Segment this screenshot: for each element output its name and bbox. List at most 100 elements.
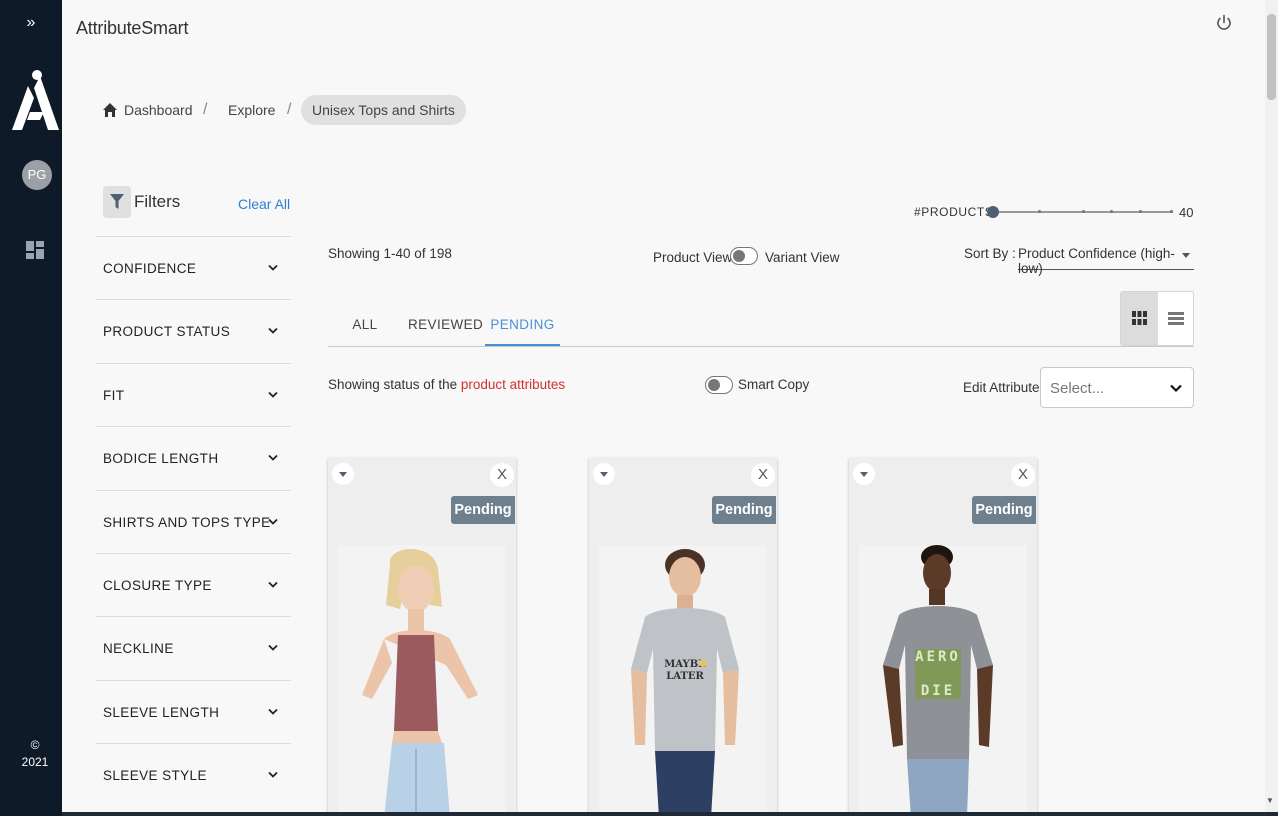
slider-tick xyxy=(1139,210,1142,213)
filter-label: SLEEVE LENGTH xyxy=(103,704,220,720)
product-card[interactable]: X Pending AERO DIE xyxy=(849,458,1037,812)
product-image[interactable]: AERO DIE xyxy=(859,545,1027,812)
product-view-label: Product View xyxy=(653,250,733,265)
svg-text:DIE: DIE xyxy=(921,683,955,699)
chevron-down-icon xyxy=(1170,384,1182,393)
variant-view-label: Variant View xyxy=(765,250,840,265)
chevron-down-icon xyxy=(268,391,278,398)
filter-fit[interactable]: FIT xyxy=(96,362,291,426)
sort-label: Sort By : xyxy=(964,246,1016,261)
product-image[interactable] xyxy=(338,545,506,812)
filter-label: CLOSURE TYPE xyxy=(103,577,212,593)
app-logo xyxy=(12,70,59,130)
copyright-year: 2021 xyxy=(21,755,49,769)
filter-label: SLEEVE STYLE xyxy=(103,768,207,784)
man-grey-tee-image: MAYBE LATER xyxy=(599,545,767,812)
view-mode-toggle[interactable] xyxy=(730,247,758,265)
svg-text:LATER: LATER xyxy=(666,671,704,682)
breadcrumb-separator: / xyxy=(287,101,292,118)
clear-all-link[interactable]: Clear All xyxy=(238,196,290,212)
power-icon[interactable] xyxy=(1215,14,1233,32)
products-slider-value: 40 xyxy=(1179,205,1194,220)
toggle-knob xyxy=(708,379,720,391)
sort-value: Product Confidence (high-low) xyxy=(1018,246,1175,276)
card-menu-button[interactable] xyxy=(332,463,354,485)
filter-shirts-and-tops-type[interactable]: SHIRTS AND TOPS TYPE xyxy=(96,489,291,553)
card-close-button[interactable]: X xyxy=(751,463,775,487)
scrollbar-thumb[interactable] xyxy=(1267,14,1276,100)
svg-text:AERO: AERO xyxy=(915,649,961,665)
left-rail: » PG © 2021 xyxy=(0,0,62,816)
grid-view-button[interactable] xyxy=(1121,292,1158,345)
status-tabs: ALL REVIEWED PENDING xyxy=(328,305,1194,347)
filter-sleeve-length[interactable]: SLEEVE LENGTH xyxy=(96,679,291,743)
breadcrumb-label: Dashboard xyxy=(124,102,193,118)
breadcrumb-explore[interactable]: Explore xyxy=(220,95,283,125)
slider-tick xyxy=(1038,210,1041,213)
list-icon[interactable] xyxy=(1168,312,1184,325)
chevron-down-icon xyxy=(268,328,278,335)
breadcrumb-current[interactable]: Unisex Tops and Shirts xyxy=(301,95,466,125)
status-badge: Pending xyxy=(712,496,776,524)
status-badge: Pending xyxy=(972,496,1036,524)
woman-halter-top-image xyxy=(338,545,506,812)
user-avatar[interactable]: PG xyxy=(22,160,52,190)
status-description: Showing status of the product attributes xyxy=(328,377,565,392)
expand-sidebar-icon[interactable]: » xyxy=(0,14,62,32)
filter-bodice-length[interactable]: BODICE LENGTH xyxy=(96,426,291,489)
filter-button[interactable] xyxy=(103,186,131,218)
filter-sleeve-style[interactable]: SLEEVE STYLE xyxy=(96,743,291,806)
smart-copy-toggle[interactable] xyxy=(705,376,733,394)
product-card[interactable]: X Pending MAYBE LATER xyxy=(589,458,777,812)
chevron-down-icon xyxy=(268,645,278,652)
edit-attribute-placeholder: Select... xyxy=(1050,380,1105,397)
edit-attribute-select[interactable]: Select... xyxy=(1040,367,1194,408)
chevron-down-icon xyxy=(268,771,278,778)
slider-tick xyxy=(1170,210,1173,213)
filter-label: BODICE LENGTH xyxy=(103,451,219,467)
smart-copy-label: Smart Copy xyxy=(738,377,810,392)
breadcrumb-separator: / xyxy=(203,101,208,118)
chevron-down-icon xyxy=(268,518,278,525)
products-slider-handle[interactable] xyxy=(987,206,999,218)
filter-product-status[interactable]: PRODUCT STATUS xyxy=(96,299,291,362)
results-count: Showing 1-40 of 198 xyxy=(328,246,452,261)
copyright-symbol: © xyxy=(30,738,40,752)
tab-pending[interactable]: PENDING xyxy=(485,305,560,346)
status-prefix: Showing status of the xyxy=(328,377,461,392)
chevron-down-icon xyxy=(268,455,278,461)
filter-list: CONFIDENCE PRODUCT STATUS FIT BODICE LEN… xyxy=(96,236,291,807)
main-content: AttributeSmart Dashboard / Explore / Uni… xyxy=(62,0,1265,812)
page-scrollbar[interactable] xyxy=(1265,0,1278,812)
toggle-knob xyxy=(733,250,745,262)
grid-icon xyxy=(1132,311,1147,325)
edit-attribute-label: Edit Attribute: xyxy=(963,380,1044,395)
chevron-down-icon xyxy=(268,708,278,715)
man-grey-tee-graphic-image: AERO DIE xyxy=(859,545,1027,812)
window-bottom-edge xyxy=(62,812,1278,816)
chevron-down-icon xyxy=(268,581,278,588)
breadcrumb-dashboard[interactable]: Dashboard xyxy=(96,95,203,125)
filters-title: Filters xyxy=(134,192,181,211)
product-card[interactable]: X Pending xyxy=(328,458,516,812)
card-close-button[interactable]: X xyxy=(1011,463,1035,487)
filter-neckline[interactable]: NECKLINE xyxy=(96,616,291,679)
card-menu-button[interactable] xyxy=(853,463,875,485)
dashboard-icon[interactable] xyxy=(26,241,44,259)
tab-reviewed[interactable]: REVIEWED xyxy=(408,305,483,346)
chevron-down-icon xyxy=(268,264,278,271)
sort-select[interactable]: Product Confidence (high-low) xyxy=(1018,240,1194,276)
caret-down-icon xyxy=(1182,253,1190,258)
card-close-button[interactable]: X xyxy=(490,463,514,487)
product-image[interactable]: MAYBE LATER xyxy=(599,545,767,812)
card-menu-button[interactable] xyxy=(593,463,615,485)
filter-confidence[interactable]: CONFIDENCE xyxy=(96,236,291,299)
tab-all[interactable]: ALL xyxy=(342,305,388,346)
filter-label: PRODUCT STATUS xyxy=(103,324,231,340)
copyright: © 2021 xyxy=(0,737,70,771)
product-attributes-link[interactable]: product attributes xyxy=(461,377,565,392)
filter-closure-type[interactable]: CLOSURE TYPE xyxy=(96,552,291,616)
scroll-down-icon[interactable]: ▼ xyxy=(1266,796,1274,805)
home-icon xyxy=(103,103,117,117)
slider-tick xyxy=(1110,210,1113,213)
